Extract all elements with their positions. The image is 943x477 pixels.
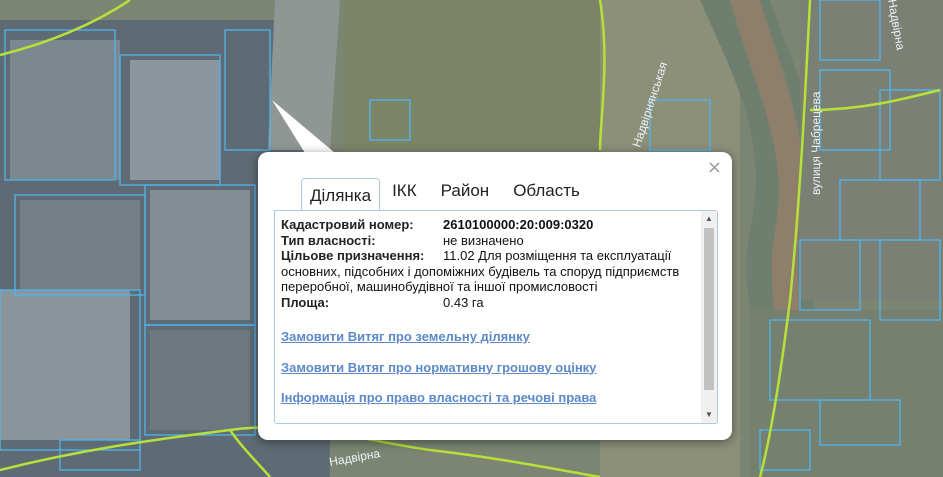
cadastral-row: Кадастровий номер: 2610100000:20:009:0320 xyxy=(281,217,699,233)
ownership-label: Тип власності: xyxy=(281,232,376,248)
tab-region[interactable]: Область xyxy=(501,179,592,210)
close-icon[interactable]: × xyxy=(707,158,722,178)
parcel-panel: Кадастровий номер: 2610100000:20:009:0320… xyxy=(274,210,718,424)
ownership-row: Тип власності: не визначено xyxy=(281,233,699,249)
order-links: Замовити Витяг про земельну ділянку Замо… xyxy=(281,329,699,406)
tab-district[interactable]: Район xyxy=(429,179,502,210)
cadastral-value: 2610100000:20:009:0320 xyxy=(443,217,594,232)
area-row: Площа: 0.43 га xyxy=(281,295,699,311)
purpose-label: Цільове призначення: xyxy=(281,248,425,263)
scrollbar[interactable]: ▲ ▼ xyxy=(701,211,717,423)
order-valuation-extract-link[interactable]: Замовити Витяг про нормативну грошову оц… xyxy=(281,360,699,376)
tab-parcel[interactable]: Ділянка xyxy=(301,178,381,211)
scroll-down-icon[interactable]: ▼ xyxy=(701,407,717,423)
area-value: 0.43 га xyxy=(443,294,484,310)
purpose-row: Цільове призначення: 11.02 Для розміщення… xyxy=(281,248,699,295)
parcel-info-popup: × Ділянка ІКК Район Область Кадастровий … xyxy=(258,152,732,440)
scroll-up-icon[interactable]: ▲ xyxy=(701,211,717,227)
ownership-info-link[interactable]: Інформація про право власності та речові… xyxy=(281,390,699,406)
order-parcel-extract-link[interactable]: Замовити Витяг про земельну ділянку xyxy=(281,329,699,345)
cadastral-label: Кадастровий номер: xyxy=(281,217,414,232)
area-label: Площа: xyxy=(281,294,330,310)
parcel-details: Кадастровий номер: 2610100000:20:009:0320… xyxy=(281,217,699,421)
tab-ikk[interactable]: ІКК xyxy=(380,179,429,210)
ownership-value: не визначено xyxy=(443,232,524,248)
scroll-thumb[interactable] xyxy=(704,228,714,390)
popup-tabs: Ділянка ІКК Район Область xyxy=(301,178,592,211)
